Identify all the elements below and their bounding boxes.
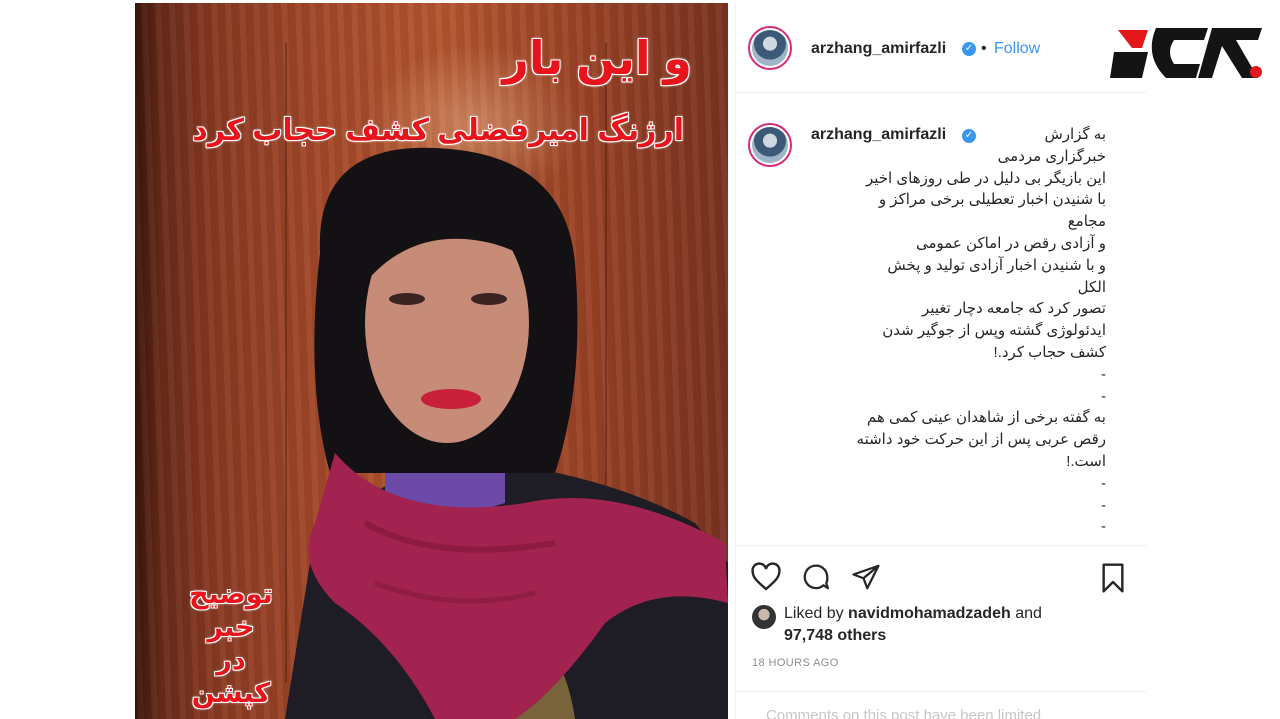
- post-timestamp[interactable]: 18 HOURS AGO: [752, 657, 839, 669]
- caption-line: این بازیگر بی دلیل در طی روزهای اخیر: [865, 169, 1106, 187]
- caption-line: -: [1101, 365, 1106, 383]
- caption-line: مجامع: [1067, 213, 1106, 231]
- verified-badge-icon: ✓: [962, 42, 976, 56]
- caption-line: خبرگزاری مردمی: [997, 147, 1106, 165]
- separator-dot: •: [981, 40, 987, 57]
- caption-note-line: خبر: [207, 612, 255, 642]
- caption-line: است.!: [1066, 452, 1106, 470]
- liked-by-suffix: and: [1015, 605, 1042, 622]
- liker-username[interactable]: navidmohamadzadeh: [848, 605, 1011, 622]
- site-logo: [1110, 28, 1262, 78]
- photo-caption-note: توضیح خبر در کپشن: [176, 578, 286, 710]
- comment-icon[interactable]: [800, 562, 832, 592]
- screenshot-stage: و این بار ارژنگ امیرفضلی کشف حجاب کرد تو…: [0, 0, 1280, 719]
- caption-line: -: [1101, 474, 1106, 492]
- caption-line: تصور کرد که جامعه دچار تغییر: [922, 300, 1106, 318]
- caption-line: به گزارش: [1044, 126, 1106, 143]
- caption-note-line: توضیح: [189, 579, 273, 609]
- caption-note-line: در کپشن: [191, 645, 271, 708]
- caption-line: رقص عربی پس از این حرکت خود داشته: [856, 431, 1106, 449]
- follow-button[interactable]: Follow: [994, 40, 1040, 58]
- author-username[interactable]: arzhang_amirfazli: [811, 40, 946, 58]
- caption-scroll-area[interactable]: arzhang_amirfazli ✓ به گزارش خبرگزاری مر…: [736, 94, 1146, 544]
- caption-line: -: [1101, 496, 1106, 514]
- heart-icon[interactable]: [750, 562, 782, 592]
- caption-line: و آزادی رقص در اماکن عمومی: [915, 234, 1106, 252]
- caption-line: به گفته برخی از شاهدان عینی کمی هم: [866, 409, 1106, 427]
- caption-line: -: [1101, 518, 1106, 536]
- caption-line: و با شنیدن اخبار آزادی تولید و پخش: [887, 256, 1106, 274]
- caption-line: -: [1101, 387, 1106, 405]
- author-avatar[interactable]: [748, 26, 792, 70]
- caption-line: با شنیدن اخبار تعطیلی برخی مراکز و: [878, 191, 1106, 209]
- caption-line: الکل: [1077, 278, 1106, 296]
- photo-headline-line2: ارژنگ امیرفضلی کشف حجاب کرد: [192, 114, 684, 147]
- post-caption: به گزارش خبرگزاری مردمی این بازیگر بی دل…: [806, 124, 1106, 538]
- caption-line: کشف حجاب کرد.!: [993, 343, 1106, 361]
- divider: [736, 691, 1146, 692]
- caption-line: ایدئولوژی گشته وپس از جوگیر شدن: [882, 322, 1106, 340]
- instagram-post-panel: arzhang_amirfazli ✓ • Follow arzhang_ami…: [735, 3, 1146, 719]
- liked-by-prefix: Liked by: [784, 605, 844, 622]
- caption-author-avatar[interactable]: [748, 123, 792, 167]
- bookmark-icon[interactable]: [1098, 562, 1128, 594]
- liker-avatar[interactable]: [752, 605, 776, 629]
- photo-headline-line1: و این بار: [502, 32, 692, 84]
- liked-by-line: Liked by navidmohamadzadeh and: [784, 605, 1042, 623]
- post-header: arzhang_amirfazli ✓ • Follow: [736, 3, 1146, 93]
- likes-others-count[interactable]: 97,748 others: [784, 627, 886, 645]
- share-icon[interactable]: [850, 562, 882, 592]
- post-actions-bar: [736, 545, 1146, 605]
- comments-limited-notice: Comments on this post have been limited: [766, 707, 1042, 719]
